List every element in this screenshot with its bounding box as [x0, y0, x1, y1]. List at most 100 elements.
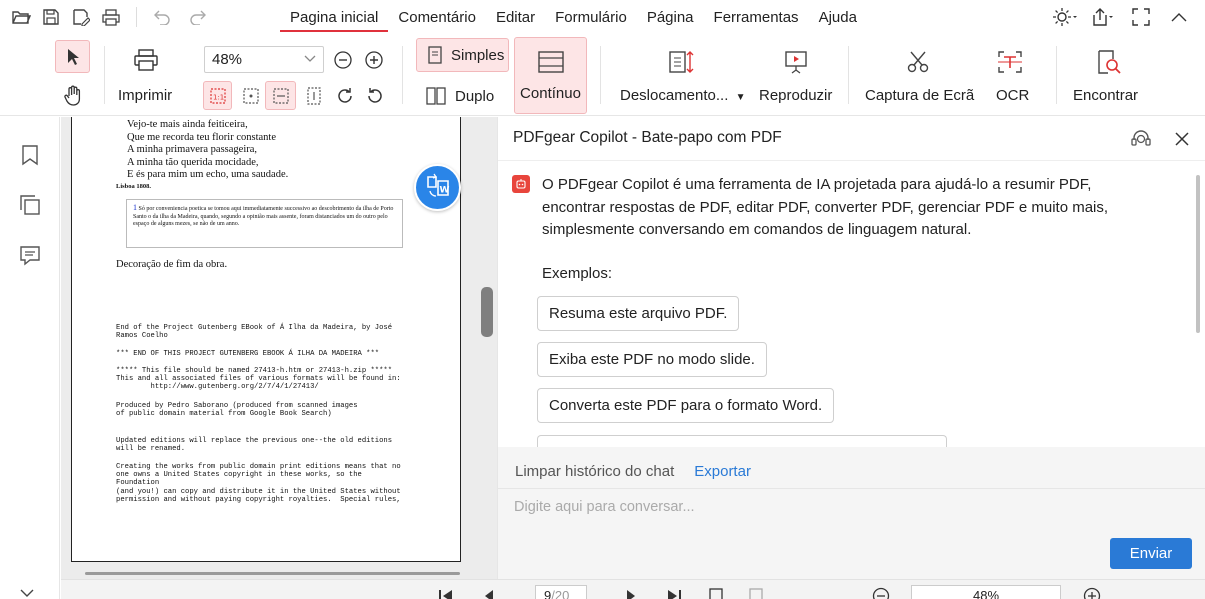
gutenberg-text-block: Creating the works from public domain pr…: [116, 463, 401, 504]
tab-ajuda[interactable]: Ajuda: [809, 0, 867, 34]
ribbon-divider: [104, 46, 105, 104]
theme-sun-icon[interactable]: [1053, 5, 1077, 29]
chat-actions: Limpar histórico do chat Exportar: [515, 463, 751, 480]
copilot-bot-icon: [512, 175, 530, 193]
poem-line: Que me recorda teu florir constante: [127, 131, 276, 143]
zoom-in-icon[interactable]: [363, 49, 385, 71]
chat-scrollbar[interactable]: [1196, 175, 1200, 333]
play-label[interactable]: Reproduzir: [759, 87, 832, 104]
menu-bar: Pagina inicial Comentário Editar Formulá…: [0, 0, 1205, 34]
scissors-icon[interactable]: [902, 46, 934, 78]
fit-height-button[interactable]: [299, 81, 328, 110]
example-prompt-button[interactable]: Exiba este PDF no modo slide.: [537, 342, 767, 377]
scroll-mode-icon[interactable]: [666, 46, 698, 78]
gutenberg-text-block: Updated editions will replace the previo…: [116, 437, 393, 454]
tab-editar[interactable]: Editar: [486, 0, 545, 34]
example-prompt-button-cutoff[interactable]: [537, 435, 947, 447]
print-icon[interactable]: [130, 44, 162, 76]
print-label[interactable]: Imprimir: [118, 87, 172, 104]
ribbon-divider: [1056, 46, 1057, 104]
bookmark-icon[interactable]: [17, 142, 43, 168]
sidebar-expand-chevron-icon[interactable]: [20, 585, 34, 599]
play-slideshow-icon[interactable]: [780, 46, 812, 78]
rotate-counterclockwise-icon[interactable]: [360, 81, 389, 110]
poem-text: Vejo-te mais ainda feiticeira, Que me re…: [127, 119, 288, 182]
select-tool-button[interactable]: [55, 40, 90, 73]
zoom-out-icon[interactable]: [332, 49, 354, 71]
next-page-icon[interactable]: [621, 586, 641, 599]
chat-footer: Limpar histórico do chat Exportar Enviar: [498, 447, 1205, 579]
double-page-button[interactable]: Duplo: [420, 81, 500, 111]
fullscreen-icon[interactable]: [1129, 5, 1153, 29]
document-viewer[interactable]: Vejo-te mais ainda feiticeira, Que me re…: [61, 117, 497, 579]
support-headset-icon[interactable]: [1129, 127, 1153, 151]
ocr-label[interactable]: OCR: [996, 87, 1029, 104]
footnote-number: 1: [133, 203, 137, 212]
ocr-icon[interactable]: [994, 46, 1026, 78]
zoom-select-value: 48%: [212, 51, 243, 68]
status-zoom-in-icon[interactable]: [1082, 586, 1102, 599]
clear-history-link[interactable]: Limpar histórico do chat: [515, 463, 674, 480]
menu-tabs: Pagina inicial Comentário Editar Formulá…: [280, 0, 867, 34]
zoom-select[interactable]: 48%: [204, 46, 324, 73]
find-icon[interactable]: [1092, 46, 1124, 78]
fit-page-button[interactable]: [236, 81, 265, 110]
horizontal-scrollbar[interactable]: [85, 572, 460, 575]
ribbon-divider: [848, 46, 849, 104]
footnote-text: Só por conveniencia poetica se tomou aqu…: [133, 206, 394, 227]
tab-pagina[interactable]: Página: [637, 0, 704, 34]
ribbon-divider: [402, 46, 403, 104]
previous-view-icon[interactable]: [706, 586, 726, 599]
continuous-button[interactable]: Contínuo: [514, 37, 587, 114]
save-icon[interactable]: [40, 6, 62, 28]
save-as-icon[interactable]: [70, 6, 92, 28]
last-page-icon[interactable]: [664, 586, 684, 599]
tab-pagina-inicial[interactable]: Pagina inicial: [280, 0, 389, 34]
previous-page-icon[interactable]: [479, 586, 499, 599]
double-page-label: Duplo: [455, 87, 495, 105]
print-quick-icon[interactable]: [100, 6, 122, 28]
tab-ferramentas[interactable]: Ferramentas: [704, 0, 809, 34]
scroll-mode-label: Deslocamento...: [620, 87, 729, 104]
copilot-header: PDFgear Copilot - Bate-papo com PDF: [498, 117, 1205, 161]
chat-input[interactable]: [514, 496, 1174, 518]
example-prompt-button[interactable]: Resuma este arquivo PDF.: [537, 296, 740, 331]
gutenberg-text-block: *** END OF THIS PROJECT GUTENBERG EBOOK …: [116, 350, 380, 358]
status-zoom-out-icon[interactable]: [871, 586, 891, 599]
gutenberg-text-block: End of the Project Gutenberg EBook of Á …: [116, 324, 393, 341]
rotate-clockwise-icon[interactable]: [330, 81, 359, 110]
comments-icon[interactable]: [17, 242, 43, 268]
export-link[interactable]: Exportar: [694, 463, 751, 480]
caret-down-icon: ▼: [735, 92, 746, 103]
tab-comentario[interactable]: Comentário: [388, 0, 486, 34]
status-bar: 9/20 48%: [61, 579, 1205, 599]
open-folder-icon[interactable]: [10, 6, 32, 28]
thumbnails-icon[interactable]: [17, 192, 43, 218]
example-prompt-button[interactable]: Converta este PDF para o formato Word.: [537, 388, 835, 423]
close-icon[interactable]: [1170, 127, 1194, 151]
tab-formulario[interactable]: Formulário: [545, 0, 637, 34]
redo-icon[interactable]: [187, 6, 209, 28]
single-page-button[interactable]: Simples: [416, 38, 509, 72]
share-icon[interactable]: [1091, 5, 1115, 29]
vertical-scrollbar-thumb[interactable]: [481, 287, 493, 337]
find-label[interactable]: Encontrar: [1073, 87, 1138, 104]
hand-tool-button[interactable]: [58, 81, 88, 111]
poem-line: A minha primavera passageira,: [127, 144, 258, 155]
collapse-ribbon-chevron-icon[interactable]: [1167, 5, 1191, 29]
actual-size-button[interactable]: 1:1: [203, 81, 232, 110]
qa-divider: [136, 7, 137, 27]
undo-icon[interactable]: [151, 6, 173, 28]
first-page-icon[interactable]: [436, 586, 456, 599]
copilot-panel: PDFgear Copilot - Bate-papo com PDF O PD…: [497, 117, 1205, 579]
next-view-icon[interactable]: [746, 586, 766, 599]
send-button[interactable]: Enviar: [1110, 538, 1192, 569]
fit-width-button[interactable]: [265, 81, 296, 110]
ribbon-toolbar: Imprimir 48% 1:1 Simples Duplo Contínuo: [0, 34, 1205, 116]
page-number-input[interactable]: 9/20: [535, 585, 587, 599]
screen-capture-label[interactable]: Captura de Ecrã: [865, 87, 974, 104]
convert-to-word-float-button[interactable]: W: [414, 164, 461, 211]
scroll-mode-dropdown[interactable]: Deslocamento... ▼: [620, 87, 745, 104]
window-controls: [1053, 5, 1191, 29]
status-zoom-select[interactable]: 48%: [911, 585, 1061, 599]
